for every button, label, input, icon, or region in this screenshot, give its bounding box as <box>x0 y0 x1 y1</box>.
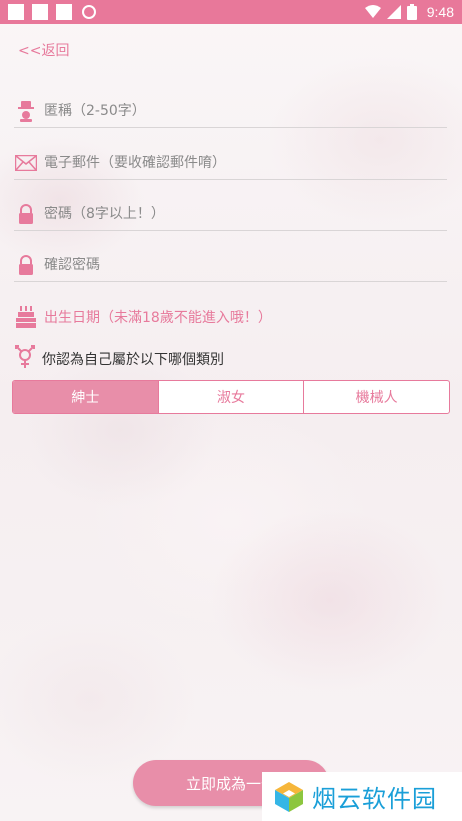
password-input[interactable] <box>44 205 424 222</box>
gender-symbol-icon <box>14 345 36 373</box>
confirm-password-input[interactable] <box>44 256 424 273</box>
notification-square-icon <box>32 4 48 20</box>
signup-screen: <<返回 匿稱（2-50字） 電子郵件（要收確認郵件唷） 出生日期（未滿18歲不… <box>0 24 462 821</box>
lock-icon <box>14 253 38 277</box>
gentleman-hat-icon <box>14 99 38 123</box>
birthday-row[interactable]: 出生日期（未滿18歲不能進入哦！） <box>14 300 447 334</box>
email-input[interactable] <box>44 154 424 171</box>
notification-square-icon <box>56 4 72 20</box>
back-button[interactable]: <<返回 <box>18 40 69 60</box>
gender-option-gentleman[interactable]: 紳士 <box>13 381 159 413</box>
battery-icon <box>406 4 417 20</box>
gender-selector: 紳士 淑女 機械人 <box>12 380 450 414</box>
watermark-text: 烟云软件园 <box>312 785 437 813</box>
gender-option-lady[interactable]: 淑女 <box>159 381 305 413</box>
notification-square-icon <box>8 4 24 20</box>
nickname-row <box>14 94 447 128</box>
clock: 9:48 <box>426 4 454 20</box>
wifi-icon <box>364 5 381 18</box>
confirm-password-row <box>14 248 447 282</box>
birthday-label[interactable]: 出生日期（未滿18歲不能進入哦！） <box>44 307 272 327</box>
lock-icon <box>14 202 38 226</box>
gender-option-robot[interactable]: 機械人 <box>304 381 449 413</box>
birthday-cake-icon <box>14 305 38 329</box>
sync-circle-icon <box>82 5 96 19</box>
envelope-icon <box>14 151 38 175</box>
email-row <box>14 146 447 180</box>
watermark: 烟云软件园 <box>262 772 462 821</box>
status-bar: 9:48 <box>0 0 462 24</box>
gender-question: 你認為自己屬於以下哪個類別 <box>14 345 224 373</box>
password-row <box>14 197 447 231</box>
status-right: 9:48 <box>364 4 454 20</box>
watermark-logo-icon <box>275 781 303 812</box>
nickname-input[interactable] <box>44 102 424 119</box>
gender-question-label: 你認為自己屬於以下哪個類別 <box>42 352 224 368</box>
signal-icon <box>386 5 401 19</box>
